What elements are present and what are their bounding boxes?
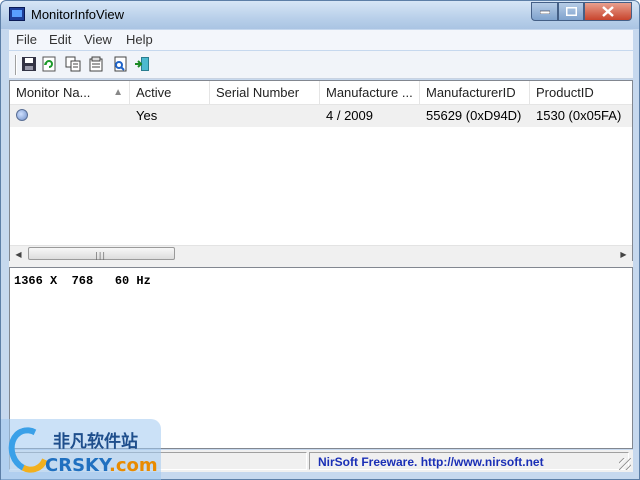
column-header-manufacturer-id[interactable]: ManufacturerID [420,81,530,105]
menu-edit[interactable]: Edit [49,32,71,47]
scroll-left-arrow-icon[interactable]: ◀ [10,246,27,262]
minimize-button[interactable] [531,2,558,21]
save-icon [22,57,36,71]
monitor-app-icon [9,7,25,21]
menu-file[interactable]: File [16,32,37,47]
watermark-en-text: CRSKY.com [45,455,158,476]
menu-bar: File Edit View Help [9,30,633,50]
properties-icon [89,56,103,72]
table-row[interactable]: Yes 4 / 2009 55629 (0xD94D) 1530 (0x05FA… [10,105,632,127]
menu-view[interactable]: View [84,32,112,47]
toolbar [9,51,633,79]
scrollbar-grip-icon: ||| [95,251,107,260]
cell-serial-number [210,105,320,127]
watermark-suffix: .com [109,455,158,476]
cell-monitor-name [10,105,130,127]
close-icon [602,6,614,17]
copy-button[interactable] [64,55,82,73]
column-header-product-id[interactable]: ProductID [530,81,632,105]
exit-icon [135,57,149,71]
scroll-right-arrow-icon[interactable]: ▶ [615,246,632,262]
title-bar[interactable]: MonitorInfoView [1,1,639,29]
exit-button[interactable] [133,55,151,73]
menu-help[interactable]: Help [126,32,153,47]
scrollbar-thumb[interactable]: ||| [28,247,175,260]
minimize-icon [539,10,550,14]
maximize-button[interactable] [558,2,584,21]
properties-button[interactable] [87,55,105,73]
watermark-cn-text: 非凡软件站 [53,432,138,452]
find-icon [114,56,127,72]
horizontal-scrollbar[interactable]: ◀ ||| ▶ [10,245,632,261]
sort-arrow-icon: ▲ [113,87,123,98]
nirsoft-link[interactable]: NirSoft Freeware. http://www.nirsoft.net [309,452,629,470]
refresh-button[interactable] [40,55,58,73]
column-header-active[interactable]: Active [130,81,210,105]
save-button[interactable] [20,55,38,73]
cell-manufacture-date: 4 / 2009 [326,108,373,123]
cell-active: Yes [136,108,158,123]
cell-manufacturer-id: 55629 (0xD94D) [426,108,522,123]
column-label: Monitor Na... [16,85,91,100]
cell-product-id: 1530 (0x05FA) [536,108,622,123]
list-header: Monitor Na... ▲ Active Serial Number Man… [10,81,632,105]
watermark-brand: CRSKY [45,455,110,476]
close-button[interactable] [584,2,632,21]
resize-grip-icon[interactable] [619,458,631,470]
find-button[interactable] [111,55,129,73]
column-header-manufacture-date[interactable]: Manufacture ... [320,81,420,105]
toolbar-separator [15,55,17,75]
monitor-list[interactable]: Monitor Na... ▲ Active Serial Number Man… [9,80,633,261]
column-header-serial-number[interactable]: Serial Number [210,81,320,105]
column-header-monitor-name[interactable]: Monitor Na... ▲ [10,81,130,105]
site-watermark: 非凡软件站 CRSKY.com [1,419,161,480]
copy-icon [65,56,81,72]
window-title: MonitorInfoView [31,7,124,22]
resolution-info: 1366 X 768 60 Hz [14,274,151,288]
maximize-icon [565,7,577,16]
refresh-icon [42,56,56,72]
app-window: MonitorInfoView File Edit View Help Moni… [0,0,640,480]
